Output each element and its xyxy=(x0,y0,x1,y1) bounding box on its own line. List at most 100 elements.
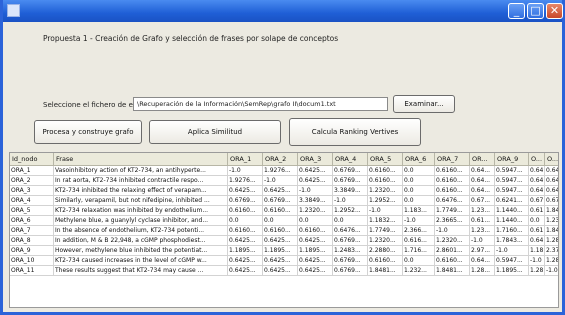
similarity-cell: 1.84... xyxy=(545,207,559,216)
similarity-cell: 0.6769... xyxy=(263,196,298,206)
similarity-cell: 0.6160... xyxy=(368,166,403,176)
table-row[interactable]: ORA_3 KT2-734 inhibited the relaxing effe… xyxy=(10,186,558,196)
similarity-cell: 3.3849... xyxy=(298,196,333,206)
similarity-cell: 1.2952... xyxy=(368,196,403,206)
node-id-cell: ORA_4 xyxy=(10,196,54,206)
similarity-cell: 0.64... xyxy=(529,176,545,186)
similarity-cell: 0.64... xyxy=(470,166,495,176)
table-row[interactable]: ORA_1 Vasoinhibitory action of KT2-734, a… xyxy=(10,166,558,176)
similarity-cell: 0.6425... xyxy=(263,256,298,266)
column-header[interactable]: ORA_3 xyxy=(298,153,333,166)
sentence-cell: KT2-734 caused increases in the level of… xyxy=(54,256,228,266)
table-row[interactable]: ORA_4 Similarly, verapamil, but not nifed… xyxy=(10,196,558,206)
similarity-cell: 0.64... xyxy=(545,177,559,186)
similarity-cell: 0.0 xyxy=(529,216,545,226)
similarity-cell: 0.6425... xyxy=(298,266,333,276)
similarity-cell: -1.0 xyxy=(368,206,403,216)
column-header[interactable]: Frase xyxy=(54,153,228,166)
similarity-cell: 0.67... xyxy=(529,196,545,206)
similarity-cell: 0.6476... xyxy=(333,226,368,236)
similarity-cell: 0.6425... xyxy=(298,166,333,176)
similarity-cell: -1.0 xyxy=(545,266,558,276)
similarity-cell: 0.5947... xyxy=(495,176,529,186)
similarity-cell: 2.8601... xyxy=(435,246,470,256)
similarity-cell: 1.28... xyxy=(545,237,559,246)
similarity-cell: 1.2320... xyxy=(298,206,333,216)
similarity-cell: 0.64... xyxy=(529,166,545,176)
maximize-button[interactable]: □ xyxy=(527,3,544,19)
similarity-cell: 1.7749... xyxy=(435,206,470,216)
table-row[interactable]: ORA_5 KT2-734 relaxation was inhibited by… xyxy=(10,206,558,216)
similarity-cell: 0.6160... xyxy=(435,176,470,186)
similarity-cell: 1.23... xyxy=(470,206,495,216)
column-header[interactable]: ORA_9 xyxy=(495,153,529,166)
similarity-cell: 0.61... xyxy=(529,206,545,216)
similarity-cell: 1.1895... xyxy=(298,246,333,256)
table-header: Id_nodo Frase ORA_1 ORA_2 ORA_3 ORA_4 ORA_5 ORA… xyxy=(10,153,558,166)
similarity-cell: 0.6425... xyxy=(263,236,298,246)
title-bar[interactable]: _ □ ✕ xyxy=(3,0,563,22)
similarity-cell: 1.2320... xyxy=(368,186,403,196)
similarity-cell: 0.6160... xyxy=(368,256,403,266)
similarity-cell: 0.6425... xyxy=(263,266,298,276)
similarity-cell: 1.7843... xyxy=(495,236,529,246)
table-row[interactable]: ORA_11 These results suggest that KT2-734… xyxy=(10,266,558,276)
column-header[interactable]: Id_nodo xyxy=(10,153,54,166)
similarity-cell: 0.6476... xyxy=(435,196,470,206)
similarity-cell: 1.1895... xyxy=(228,246,263,256)
node-id-cell: ORA_7 xyxy=(10,226,54,236)
sentence-cell: Similarly, verapamil, but not nifedipine… xyxy=(54,196,228,206)
similarity-table: Id_nodo Frase ORA_1 ORA_2 ORA_3 ORA_4 ORA_5 ORA… xyxy=(9,152,559,308)
table-row[interactable]: ORA_7 In the absence of endothelium, KT2-… xyxy=(10,226,558,236)
process-build-graph-button[interactable]: Procesa y construye grafo xyxy=(34,120,142,144)
similarity-cell: 0.6160... xyxy=(228,206,263,216)
similarity-cell: 0.6160... xyxy=(298,226,333,236)
similarity-cell: 0.64... xyxy=(545,187,559,196)
similarity-cell: 0.0 xyxy=(228,216,263,226)
similarity-cell: 0.6425... xyxy=(298,256,333,266)
column-header[interactable]: OR... xyxy=(470,153,495,166)
close-button[interactable]: ✕ xyxy=(546,3,563,19)
table-row[interactable]: ORA_9 However, methylene blue inhibited t… xyxy=(10,246,558,256)
similarity-cell: -1.0 xyxy=(298,186,333,196)
column-header[interactable]: ORA_6 xyxy=(403,153,435,166)
similarity-cell: -1.0 xyxy=(263,176,298,186)
column-header[interactable]: ORA_4 xyxy=(333,153,368,166)
table-row[interactable]: ORA_8 In addition, M & B 22,948, a cGMP p… xyxy=(10,236,558,246)
similarity-cell: 0.0 xyxy=(403,196,435,206)
similarity-cell: 1.8481... xyxy=(368,266,403,276)
similarity-cell: 1.84... xyxy=(545,227,559,236)
column-header[interactable]: O... xyxy=(545,153,558,166)
similarity-cell: 1.2483... xyxy=(333,246,368,256)
column-header[interactable]: ORA_2 xyxy=(263,153,298,166)
column-header[interactable]: ORA_5 xyxy=(368,153,403,166)
similarity-cell: 0.64... xyxy=(470,176,495,186)
similarity-cell: -1.0 xyxy=(435,226,470,236)
similarity-cell: 0.6425... xyxy=(228,266,263,276)
column-header[interactable]: ORA_7 xyxy=(435,153,470,166)
similarity-cell: 0.5947... xyxy=(495,256,529,266)
similarity-cell: 0.67... xyxy=(470,196,495,206)
table-row[interactable]: ORA_2 In rat aorta, KT2-734 inhibited con… xyxy=(10,176,558,186)
similarity-cell: 0.6425... xyxy=(298,176,333,186)
sentence-cell: Methylene blue, a guanylyl cyclase inhib… xyxy=(54,216,228,226)
minimize-button[interactable]: _ xyxy=(508,3,525,19)
column-header[interactable]: O... xyxy=(529,153,545,166)
similarity-cell: 1.232... xyxy=(403,266,435,276)
similarity-cell: 0.64... xyxy=(545,167,559,176)
file-path-input[interactable]: \Recuperación de la Información\SemRep\g… xyxy=(133,97,388,111)
compute-ranking-button[interactable]: Calcula Ranking Vertives xyxy=(289,118,421,146)
browse-button[interactable]: Examinar... xyxy=(393,95,455,113)
column-header[interactable]: ORA_1 xyxy=(228,153,263,166)
similarity-cell: 1.8481... xyxy=(435,266,470,276)
similarity-cell: -1.0 xyxy=(495,246,529,256)
similarity-cell: 2.2880... xyxy=(368,246,403,256)
sentence-cell: These results suggest that KT2-734 may c… xyxy=(54,266,228,276)
similarity-cell: 0.5947... xyxy=(495,186,529,196)
similarity-cell: 2.3665... xyxy=(435,216,470,226)
table-row[interactable]: ORA_10 KT2-734 caused increases in the le… xyxy=(10,256,558,266)
apply-similarity-button[interactable]: Aplica Similitud xyxy=(149,120,281,144)
similarity-cell: 0.6769... xyxy=(333,166,368,176)
similarity-cell: 1.9276... xyxy=(263,166,298,176)
table-row[interactable]: ORA_6 Methylene blue, a guanylyl cyclase … xyxy=(10,216,558,226)
